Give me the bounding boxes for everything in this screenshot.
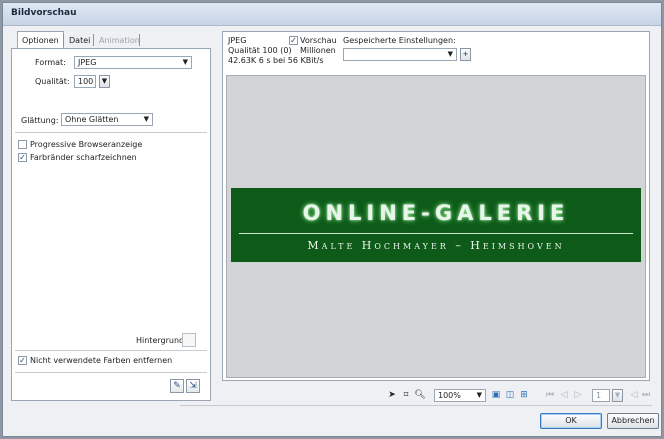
preview-info-bar: JPEG Qualität 100 (0) 42.63K 6 s bei 56 … <box>223 32 649 74</box>
zoom-icon[interactable]: 🔍︎ <box>414 389 426 402</box>
smoothing-select[interactable]: Ohne Glätten ▼ <box>61 113 153 126</box>
preview-toolbar: ➤ ⌗ 🔍︎ 100% ▼ ▣ ◫ ⊞ ⏮ ◁ ▷ 1 ▼ ◁ ⏭ <box>384 387 654 405</box>
chevron-down-icon: ▼ <box>447 50 453 58</box>
saved-settings-select[interactable]: ▼ <box>343 48 457 61</box>
preview-label: Vorschau <box>300 36 337 45</box>
chevron-down-icon: ▼ <box>143 115 149 123</box>
add-setting-button[interactable]: + <box>460 48 471 61</box>
frame-input[interactable]: 1 <box>592 389 610 402</box>
options-panel: Optionen Datei Animation Format: JPEG ▼ … <box>11 31 212 401</box>
quality-slider-button[interactable]: ▼ <box>99 75 110 88</box>
crop-icon[interactable]: ⌗ <box>400 389 412 402</box>
preview-checkbox[interactable]: ✓ <box>289 36 298 45</box>
info-format: JPEG <box>228 36 247 45</box>
format-select[interactable]: JPEG ▼ <box>74 56 192 69</box>
preview-frame: JPEG Qualität 100 (0) 42.63K 6 s bei 56 … <box>222 31 650 381</box>
tab-separator <box>139 34 140 46</box>
checkmark-icon: ✓ <box>19 356 26 365</box>
tab-separator <box>93 34 94 46</box>
preview-canvas[interactable]: ONLINE-GALERIE Malte Hochmayer – Heimsho… <box>226 75 646 378</box>
ok-button[interactable]: OK <box>540 413 602 429</box>
info-quality: Qualität 100 (0) <box>228 46 292 55</box>
background-color-swatch[interactable] <box>182 333 196 347</box>
export-wizard-button[interactable]: ⇲ <box>186 379 200 393</box>
format-label: Format: <box>35 58 66 67</box>
divider <box>15 132 207 133</box>
divider <box>15 372 207 373</box>
chevron-down-icon: ▼ <box>614 391 621 399</box>
background-label: Hintergrund: <box>136 336 187 345</box>
colors-label: Millionen <box>300 46 336 55</box>
progressive-label: Progressive Browseranzeige <box>30 140 143 149</box>
eyedropper-icon: ✎ <box>173 381 181 391</box>
checkmark-icon: ✓ <box>290 36 297 45</box>
smoothing-value: Ohne Glätten <box>65 115 119 124</box>
info-size: 42.63K 6 s bei 56 KBit/s <box>228 56 324 65</box>
prev-frame-icon[interactable]: ◁ <box>558 389 570 402</box>
eyedropper-button[interactable]: ✎ <box>170 379 184 393</box>
tab-strip: Optionen Datei Animation <box>11 31 212 49</box>
preview-image: ONLINE-GALERIE Malte Hochmayer – Heimsho… <box>231 188 641 262</box>
pointer-icon[interactable]: ➤ <box>386 389 398 402</box>
zoom-value: 100% <box>438 391 461 400</box>
title-bar[interactable]: Bildvorschau <box>3 3 661 26</box>
tab-datei[interactable]: Datei <box>65 33 94 48</box>
tab-separator <box>63 34 64 46</box>
remove-unused-colors-checkbox[interactable]: ✓ <box>18 356 27 365</box>
frame-value: 1 <box>596 391 602 400</box>
image-divider <box>239 233 633 234</box>
view-2-icon[interactable]: ◫ <box>504 389 516 402</box>
smoothing-label: Glättung: <box>21 116 59 125</box>
first-frame-icon[interactable]: ⏮ <box>544 389 556 402</box>
options-panel-body: Format: JPEG ▼ Qualität: 100 ▼ Glättung:… <box>11 48 211 401</box>
chevron-down-icon: ▼ <box>101 77 108 85</box>
window-title: Bildvorschau <box>11 8 77 18</box>
chevron-down-icon: ▼ <box>476 391 482 399</box>
format-value: JPEG <box>78 58 97 67</box>
checkmark-icon: ✓ <box>19 153 26 162</box>
last-frame-icon[interactable]: ⏭ <box>640 389 652 402</box>
frame-dropdown[interactable]: ▼ <box>612 389 623 402</box>
view-4-icon[interactable]: ⊞ <box>518 389 530 402</box>
next-frame-icon[interactable]: ▷ <box>572 389 584 402</box>
image-subtitle: Malte Hochmayer – Heimshoven <box>307 239 565 252</box>
sharpen-label: Farbränder scharfzeichnen <box>30 153 137 162</box>
cancel-button[interactable]: Abbrechen <box>607 413 659 429</box>
plus-icon: + <box>462 50 469 58</box>
export-icon: ⇲ <box>189 381 197 391</box>
quality-value: 100 <box>78 77 94 86</box>
quality-input[interactable]: 100 <box>74 75 96 88</box>
sharpen-checkbox[interactable]: ✓ <box>18 153 27 162</box>
saved-settings-label: Gespeicherte Einstellungen: <box>343 36 456 45</box>
view-1-icon[interactable]: ▣ <box>490 389 502 402</box>
quality-label: Qualität: <box>35 77 70 86</box>
tab-optionen[interactable]: Optionen <box>17 31 64 49</box>
divider <box>180 405 652 406</box>
tab-animation[interactable]: Animation <box>95 33 144 48</box>
progressive-checkbox[interactable] <box>18 140 27 149</box>
zoom-select[interactable]: 100% ▼ <box>434 389 486 402</box>
prev-frame-nav-icon[interactable]: ◁ <box>628 389 640 402</box>
remove-unused-colors-label: Nicht verwendete Farben entfernen <box>30 356 173 365</box>
chevron-down-icon: ▼ <box>182 58 188 66</box>
image-title: ONLINE-GALERIE <box>302 201 570 225</box>
divider <box>15 350 207 351</box>
